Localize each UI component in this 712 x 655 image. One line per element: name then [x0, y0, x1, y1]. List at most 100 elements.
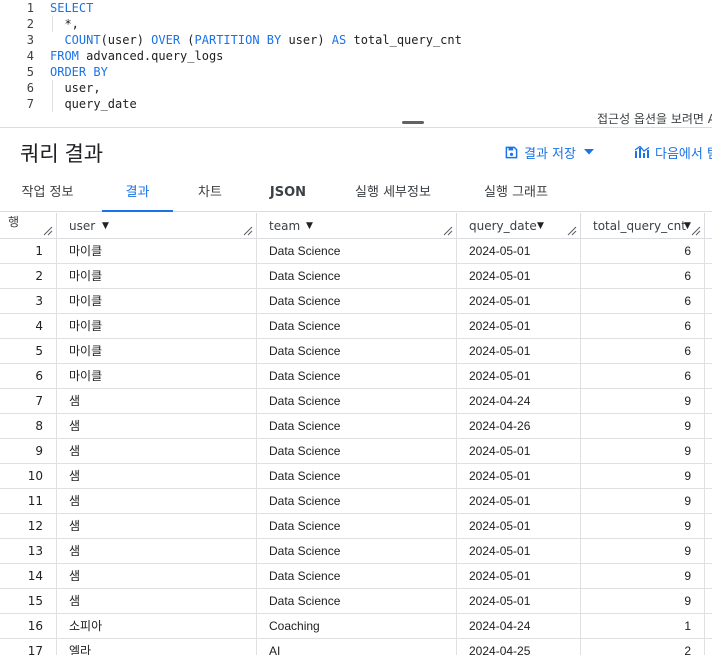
row-number-cell[interactable]: 7 — [0, 389, 57, 414]
table-row[interactable]: 10 샘 Data Science 2024-05-01 9 — [0, 464, 712, 489]
row-number-cell[interactable]: 5 — [0, 339, 57, 364]
query-date-cell[interactable]: 2024-04-24 — [457, 389, 581, 414]
table-row[interactable]: 12 샘 Data Science 2024-05-01 9 — [0, 514, 712, 539]
query-date-cell[interactable]: 2024-05-01 — [457, 439, 581, 464]
query-date-cell[interactable]: 2024-05-01 — [457, 364, 581, 389]
team-cell[interactable]: Data Science — [257, 239, 457, 264]
table-row[interactable]: 11 샘 Data Science 2024-05-01 9 — [0, 489, 712, 514]
code-line[interactable]: 3 COUNT(user) OVER (PARTITION BY user) A… — [0, 32, 712, 48]
explore-data-button[interactable]: 다음에서 탐 — [634, 141, 712, 163]
total-query-cnt-cell[interactable]: 2 — [581, 639, 705, 655]
sort-caret-icon[interactable]: ▼ — [684, 213, 691, 239]
total-query-cnt-cell[interactable]: 6 — [581, 239, 705, 264]
table-row[interactable]: 16 소피아 Coaching 2024-04-24 1 — [0, 614, 712, 639]
user-cell[interactable]: 샘 — [57, 414, 257, 439]
user-cell[interactable]: 마이클 — [57, 289, 257, 314]
user-cell[interactable]: 마이클 — [57, 364, 257, 389]
table-row[interactable]: 1 마이클 Data Science 2024-05-01 6 — [0, 239, 712, 264]
user-cell[interactable]: 샘 — [57, 589, 257, 614]
user-cell[interactable]: 샘 — [57, 389, 257, 414]
row-number-cell[interactable]: 2 — [0, 264, 57, 289]
team-cell[interactable]: Data Science — [257, 439, 457, 464]
row-number-cell[interactable]: 15 — [0, 589, 57, 614]
save-results-button[interactable]: 결과 저장 — [505, 141, 600, 163]
total-query-cnt-cell[interactable]: 9 — [581, 489, 705, 514]
table-row[interactable]: 15 샘 Data Science 2024-05-01 9 — [0, 589, 712, 614]
code-line[interactable]: 1 SELECT — [0, 0, 712, 16]
row-number-cell[interactable]: 11 — [0, 489, 57, 514]
tab-chart[interactable]: 차트 — [186, 178, 234, 211]
query-date-cell[interactable]: 2024-05-01 — [457, 264, 581, 289]
row-number-cell[interactable]: 8 — [0, 414, 57, 439]
total-query-cnt-cell[interactable]: 9 — [581, 389, 705, 414]
total-query-cnt-cell[interactable]: 6 — [581, 264, 705, 289]
table-row[interactable]: 3 마이클 Data Science 2024-05-01 6 — [0, 289, 712, 314]
sort-caret-icon[interactable]: ▼ — [537, 213, 544, 239]
tab-results[interactable]: 결과 — [102, 178, 173, 212]
query-date-cell[interactable]: 2024-05-01 — [457, 589, 581, 614]
query-date-cell[interactable]: 2024-05-01 — [457, 489, 581, 514]
panel-resize-handle[interactable] — [402, 121, 424, 124]
team-cell[interactable]: Data Science — [257, 289, 457, 314]
user-cell[interactable]: 샘 — [57, 439, 257, 464]
tab-execution-details[interactable]: 실행 세부정보 — [343, 178, 443, 211]
total-query-cnt-cell[interactable]: 6 — [581, 314, 705, 339]
user-cell[interactable]: 마이클 — [57, 339, 257, 364]
user-cell[interactable]: 샘 — [57, 514, 257, 539]
resize-handle-icon[interactable] — [567, 226, 577, 236]
team-cell[interactable]: Data Science — [257, 539, 457, 564]
total-query-cnt-cell[interactable]: 1 — [581, 614, 705, 639]
user-cell[interactable]: 소피아 — [57, 614, 257, 639]
user-cell[interactable]: 마이클 — [57, 239, 257, 264]
table-row[interactable]: 17 엘라 AI 2024-04-25 2 — [0, 639, 712, 655]
total-query-cnt-cell[interactable]: 9 — [581, 514, 705, 539]
code-line[interactable]: 5 ORDER BY — [0, 64, 712, 80]
team-cell[interactable]: Data Science — [257, 589, 457, 614]
row-number-cell[interactable]: 9 — [0, 439, 57, 464]
row-number-cell[interactable]: 13 — [0, 539, 57, 564]
row-number-cell[interactable]: 16 — [0, 614, 57, 639]
row-number-cell[interactable]: 6 — [0, 364, 57, 389]
row-number-cell[interactable]: 4 — [0, 314, 57, 339]
team-cell[interactable]: Data Science — [257, 364, 457, 389]
query-date-cell[interactable]: 2024-05-01 — [457, 514, 581, 539]
table-row[interactable]: 2 마이클 Data Science 2024-05-01 6 — [0, 264, 712, 289]
team-cell[interactable]: Data Science — [257, 464, 457, 489]
total-query-cnt-cell[interactable]: 9 — [581, 564, 705, 589]
team-cell[interactable]: Data Science — [257, 514, 457, 539]
total-query-cnt-cell[interactable]: 9 — [581, 439, 705, 464]
query-date-cell[interactable]: 2024-05-01 — [457, 239, 581, 264]
code-line[interactable]: 6 user, — [0, 80, 712, 96]
resize-handle-icon[interactable] — [443, 226, 453, 236]
table-row[interactable]: 5 마이클 Data Science 2024-05-01 6 — [0, 339, 712, 364]
total-query-cnt-cell[interactable]: 9 — [581, 464, 705, 489]
team-cell[interactable]: AI — [257, 639, 457, 655]
table-row[interactable]: 7 샘 Data Science 2024-04-24 9 — [0, 389, 712, 414]
column-header-query-date[interactable]: query_date ▼ — [457, 213, 581, 239]
query-date-cell[interactable]: 2024-05-01 — [457, 539, 581, 564]
total-query-cnt-cell[interactable]: 9 — [581, 539, 705, 564]
team-cell[interactable]: Data Science — [257, 314, 457, 339]
column-header-team[interactable]: team ▼ — [257, 213, 457, 239]
table-row[interactable]: 8 샘 Data Science 2024-04-26 9 — [0, 414, 712, 439]
resize-handle-icon[interactable] — [691, 226, 701, 236]
resize-handle-icon[interactable] — [243, 226, 253, 236]
user-cell[interactable]: 샘 — [57, 464, 257, 489]
row-number-cell[interactable]: 1 — [0, 239, 57, 264]
column-header-total-query-cnt[interactable]: total_query_cnt ▼ — [581, 213, 705, 239]
column-header-user[interactable]: user ▼ — [57, 213, 257, 239]
total-query-cnt-cell[interactable]: 9 — [581, 414, 705, 439]
row-number-cell[interactable]: 17 — [0, 639, 57, 655]
user-cell[interactable]: 샘 — [57, 489, 257, 514]
query-date-cell[interactable]: 2024-05-01 — [457, 464, 581, 489]
tab-job-info[interactable]: 작업 정보 — [10, 178, 85, 211]
sort-caret-icon[interactable]: ▼ — [102, 213, 109, 239]
query-date-cell[interactable]: 2024-05-01 — [457, 289, 581, 314]
query-date-cell[interactable]: 2024-05-01 — [457, 314, 581, 339]
total-query-cnt-cell[interactable]: 9 — [581, 589, 705, 614]
row-number-cell[interactable]: 12 — [0, 514, 57, 539]
user-cell[interactable]: 샘 — [57, 539, 257, 564]
query-date-cell[interactable]: 2024-05-01 — [457, 339, 581, 364]
sort-caret-icon[interactable]: ▼ — [306, 213, 313, 239]
total-query-cnt-cell[interactable]: 6 — [581, 289, 705, 314]
